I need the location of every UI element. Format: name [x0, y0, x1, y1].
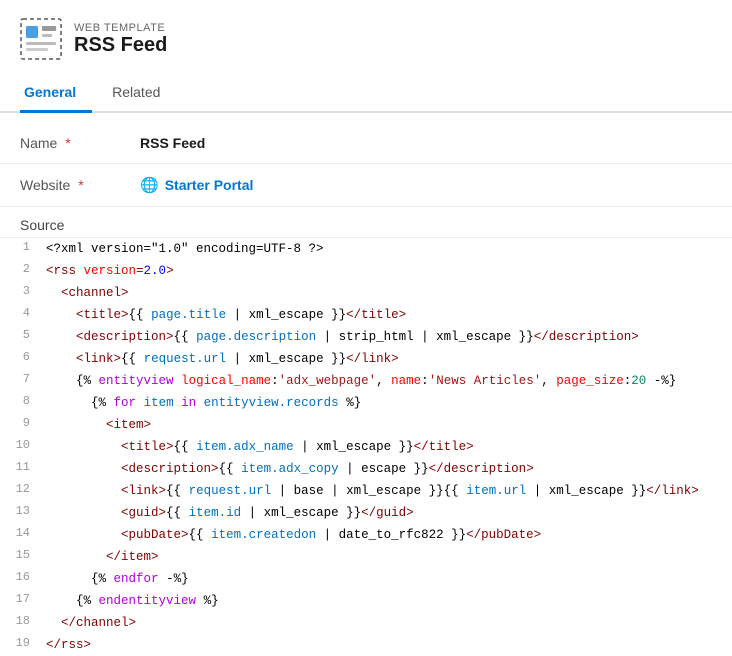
line-number: 17 — [0, 591, 42, 606]
page-header: WEB TEMPLATE RSS Feed — [0, 0, 732, 74]
line-number: 3 — [0, 283, 42, 298]
line-content: {% endentityview %} — [42, 591, 732, 611]
line-number: 13 — [0, 503, 42, 518]
line-number: 15 — [0, 547, 42, 562]
form-area: Name * RSS Feed Website * 🌐 Starter Port… — [0, 113, 732, 207]
line-number: 12 — [0, 481, 42, 496]
line-number: 10 — [0, 437, 42, 452]
code-line: 3 <channel> — [0, 282, 732, 304]
code-line: 12 <link>{{ request.url | base | xml_esc… — [0, 480, 732, 502]
line-content: <item> — [42, 415, 732, 435]
header-title: RSS Feed — [74, 34, 167, 57]
line-content: </item> — [42, 547, 732, 567]
line-content: </channel> — [42, 613, 732, 633]
code-line: 17 {% endentityview %} — [0, 590, 732, 612]
code-line: 4 <title>{{ page.title | xml_escape }}</… — [0, 304, 732, 326]
tab-general[interactable]: General — [20, 74, 92, 113]
website-label: Website * — [20, 177, 140, 193]
line-number: 8 — [0, 393, 42, 408]
line-number: 19 — [0, 635, 42, 650]
source-header: Source — [0, 207, 732, 237]
line-content: <rss version=2.0> — [42, 261, 732, 281]
line-content: <pubDate>{{ item.createdon | date_to_rfc… — [42, 525, 732, 545]
line-content: <title>{{ item.adx_name | xml_escape }}<… — [42, 437, 732, 457]
line-content: {% entityview logical_name:'adx_webpage'… — [42, 371, 732, 391]
line-content: <description>{{ page.description | strip… — [42, 327, 732, 347]
code-line: 16 {% endfor -%} — [0, 568, 732, 590]
name-required: * — [61, 135, 70, 151]
code-line: 10 <title>{{ item.adx_name | xml_escape … — [0, 436, 732, 458]
code-line: 5 <description>{{ page.description | str… — [0, 326, 732, 348]
globe-icon: 🌐 — [140, 176, 159, 194]
code-line: 2<rss version=2.0> — [0, 260, 732, 282]
line-content: <link>{{ request.url | base | xml_escape… — [42, 481, 732, 501]
website-row: Website * 🌐 Starter Portal — [0, 164, 732, 207]
code-line: 9 <item> — [0, 414, 732, 436]
line-content: <channel> — [42, 283, 732, 303]
code-line: 8 {% for item in entityview.records %} — [0, 392, 732, 414]
line-number: 6 — [0, 349, 42, 364]
code-line: 6 <link>{{ request.url | xml_escape }}</… — [0, 348, 732, 370]
line-content: <description>{{ item.adx_copy | escape }… — [42, 459, 732, 479]
line-content: {% for item in entityview.records %} — [42, 393, 732, 413]
line-number: 7 — [0, 371, 42, 386]
code-line: 13 <guid>{{ item.id | xml_escape }}</gui… — [0, 502, 732, 524]
code-line: 7 {% entityview logical_name:'adx_webpag… — [0, 370, 732, 392]
line-number: 11 — [0, 459, 42, 474]
line-content: {% endfor -%} — [42, 569, 732, 589]
website-link[interactable]: 🌐 Starter Portal — [140, 176, 253, 194]
line-content: </rss> — [42, 635, 732, 655]
name-value: RSS Feed — [140, 135, 205, 151]
line-number: 16 — [0, 569, 42, 584]
web-template-icon — [20, 18, 62, 60]
header-meta: WEB TEMPLATE RSS Feed — [74, 22, 167, 57]
name-row: Name * RSS Feed — [0, 123, 732, 164]
line-content: <link>{{ request.url | xml_escape }}</li… — [42, 349, 732, 369]
line-content: <title>{{ page.title | xml_escape }}</ti… — [42, 305, 732, 325]
line-content: <?xml version="1.0" encoding=UTF-8 ?> — [42, 239, 732, 259]
code-line: 18 </channel> — [0, 612, 732, 634]
line-content: <guid>{{ item.id | xml_escape }}</guid> — [42, 503, 732, 523]
line-number: 1 — [0, 239, 42, 254]
code-line: 19</rss> — [0, 634, 732, 656]
line-number: 2 — [0, 261, 42, 276]
line-number: 9 — [0, 415, 42, 430]
code-line: 14 <pubDate>{{ item.createdon | date_to_… — [0, 524, 732, 546]
header-subtitle: WEB TEMPLATE — [74, 22, 167, 34]
line-number: 5 — [0, 327, 42, 342]
code-line: 1<?xml version="1.0" encoding=UTF-8 ?> — [0, 238, 732, 260]
tab-related[interactable]: Related — [108, 74, 176, 113]
code-line: 11 <description>{{ item.adx_copy | escap… — [0, 458, 732, 480]
website-required: * — [74, 177, 83, 193]
code-line: 15 </item> — [0, 546, 732, 568]
code-editor[interactable]: 1<?xml version="1.0" encoding=UTF-8 ?>2<… — [0, 237, 732, 656]
line-number: 4 — [0, 305, 42, 320]
name-label: Name * — [20, 135, 140, 151]
line-number: 18 — [0, 613, 42, 628]
tab-bar: General Related — [0, 74, 732, 113]
website-value: Starter Portal — [165, 177, 254, 193]
line-number: 14 — [0, 525, 42, 540]
